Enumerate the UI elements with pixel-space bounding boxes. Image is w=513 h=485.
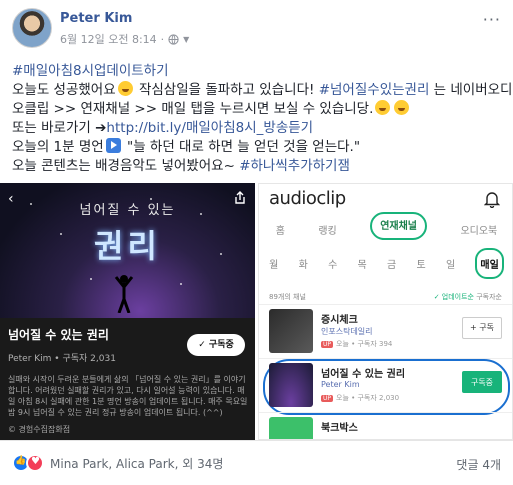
subscribe-button[interactable]: + 구독 <box>462 317 502 339</box>
show-description: 실패와 시작이 두려운 분들에게 삶의 「넘어질 수 있는 권리」를 이야기 합… <box>8 375 248 417</box>
day-tue[interactable]: 화 <box>299 256 308 279</box>
reaction-names[interactable]: Mina Park, Alica Park, 외 34명 <box>50 455 223 472</box>
channel-thumbnail <box>269 309 313 353</box>
text-segment: 오늘의 1분 명언 <box>12 139 104 155</box>
channel-count: 89개의 채널 <box>269 293 306 301</box>
post-header: Peter Kim 6월 12일 오전 8:14 · ▼ ··· <box>0 0 513 62</box>
day-sun[interactable]: 일 <box>446 256 455 279</box>
cover-big-title: 권리 <box>94 227 161 265</box>
text-segment: 작심삼일을 돌파하고 있습니다! <box>134 82 319 98</box>
chevron-down-icon[interactable]: ▼ <box>183 35 189 44</box>
channel-meta: UP 오늘 • 구독자 394 <box>321 340 393 348</box>
channel-thumbnail <box>269 417 313 439</box>
sort-options: ✓ 업데이트순 구독자순 <box>434 292 502 302</box>
smile-emoji-icon <box>394 100 410 115</box>
channel-title: 북크박스 <box>321 423 358 434</box>
channel-row[interactable]: 북크박스 <box>259 412 512 439</box>
tab-ranking[interactable]: 랭킹 <box>318 218 336 242</box>
globe-icon[interactable] <box>168 33 179 45</box>
cover-small-title: 넘어질 수 있는 <box>79 203 176 218</box>
text-segment: 오늘도 성공했어요 <box>12 82 116 98</box>
share-icon[interactable] <box>233 191 247 205</box>
hashtag-link[interactable]: #매일아침8시업데이트하기 <box>12 63 169 79</box>
post-line-2: 오늘도 성공했어요 작심삼일을 돌파하고 있습니다! #넘어질수있는권리 는 네… <box>12 81 512 100</box>
avatar[interactable] <box>12 8 52 48</box>
post-footer: Mina Park, Alica Park, 외 34명 댓글 4개 <box>0 440 513 485</box>
person-silhouette-icon <box>114 275 134 313</box>
show-title: 넘어질 수 있는 권리 <box>8 328 109 342</box>
text-segment: 또는 바로가기 ➔ <box>12 120 107 136</box>
more-options-icon[interactable]: ··· <box>483 10 501 29</box>
grin-emoji-icon <box>117 81 133 96</box>
channel-row[interactable]: 넘어질 수 있는 권리 Peter Kim UP 오늘 • 구독자 2,030 구… <box>259 358 512 415</box>
post-line-3: 오클립 >> 연재채널 >> 매일 탭을 누르시면 보실 수 있습니당. <box>12 100 502 119</box>
post-text: #매일아침8시업데이트하기 오늘도 성공했어요 작심삼일을 돌파하고 있습니다!… <box>12 62 512 176</box>
hashtag-link[interactable]: #넘어질수있는권리 <box>319 82 430 98</box>
up-badge: UP <box>321 395 334 402</box>
post-media: 넘어질 수 있는 권리 ‹ 넘어질 수 있는 권리 Peter Kim • 구독… <box>0 183 513 440</box>
tab-audiobook[interactable]: 오디오북 <box>460 218 497 242</box>
post-meta: 6월 12일 오전 8:14 · ▼ <box>60 31 189 47</box>
author-name[interactable]: Peter Kim <box>60 11 132 26</box>
channel-title: 증시체크 <box>321 315 358 326</box>
channel-title: 넘어질 수 있는 권리 <box>321 369 406 380</box>
reaction-summary[interactable]: Mina Park, Alica Park, 외 34명 <box>12 454 223 472</box>
show-info-panel: 넘어질 수 있는 권리 Peter Kim • 구독자 2,031 ✓ 구독중 … <box>0 318 255 440</box>
text-segment: 오늘 콘텐츠는 배경음악도 넣어봤어요~ <box>12 158 240 174</box>
cover-art: 넘어질 수 있는 권리 <box>0 183 255 318</box>
tab-series[interactable]: 연재채널 <box>370 212 428 240</box>
channel-thumbnail <box>269 363 313 407</box>
love-reaction-icon <box>26 454 44 472</box>
show-meta: Peter Kim • 구독자 2,031 <box>8 354 116 364</box>
channel-meta: UP 오늘 • 구독자 2,030 <box>321 394 400 402</box>
sort-updated[interactable]: ✓ 업데이트순 <box>434 293 474 301</box>
day-mon[interactable]: 월 <box>269 256 278 279</box>
day-wed[interactable]: 수 <box>328 256 337 279</box>
post-line-5: 오늘의 1분 명언 "늘 하던 대로 하면 늘 얻던 것을 얻는다." <box>12 138 502 157</box>
smile-emoji-icon <box>375 100 391 115</box>
text-segment: 오클립 >> 연재채널 >> 매일 탭을 누르시면 보실 수 있습니당. <box>12 101 374 117</box>
bell-icon[interactable] <box>484 190 500 208</box>
play-button-emoji-icon <box>105 138 121 153</box>
subscribed-button[interactable]: 구독중 <box>462 371 502 393</box>
timestamp[interactable]: 6월 12일 오전 8:14 <box>60 31 157 47</box>
channel-author: Peter Kim <box>321 380 360 389</box>
post-line-6: 오늘 콘텐츠는 배경음악도 넣어봤어요~ #하나씩추가하기잼 <box>12 157 502 176</box>
media-photo-right[interactable]: audioclip 홈 랭킹 연재채널 오디오북 월 화 수 목 금 토 일 매… <box>258 183 513 440</box>
day-filter: 월 화 수 목 금 토 일 매일 <box>259 248 512 279</box>
tab-home[interactable]: 홈 <box>276 218 285 242</box>
day-daily[interactable]: 매일 <box>475 248 504 279</box>
day-sat[interactable]: 토 <box>416 256 425 279</box>
text-segment: "늘 하던 대로 하면 늘 얻던 것을 얻는다." <box>122 139 361 155</box>
day-fri[interactable]: 금 <box>387 256 396 279</box>
short-url-link[interactable]: http://bit.ly/매일아침8시_방송듣기 <box>106 120 313 136</box>
post-line-4: 또는 바로가기 ➔http://bit.ly/매일아침8시_방송듣기 <box>12 119 502 138</box>
hashtag-link[interactable]: #하나씩추가하기잼 <box>239 158 350 174</box>
up-badge: UP <box>321 341 334 348</box>
meta-separator: · <box>160 32 165 46</box>
subscribed-button[interactable]: ✓ 구독중 <box>187 334 245 356</box>
media-photo-left[interactable]: 넘어질 수 있는 권리 ‹ 넘어질 수 있는 권리 Peter Kim • 구독… <box>0 183 255 440</box>
text-segment: 는 네이버오디 <box>429 82 513 98</box>
back-arrow-icon[interactable]: ‹ <box>8 191 14 207</box>
day-thu[interactable]: 목 <box>358 256 367 279</box>
comment-count[interactable]: 댓글 4개 <box>456 456 501 473</box>
show-footer: © 경험수집잡화점 <box>8 425 71 434</box>
channel-author: 인포스탁데일리 <box>321 327 373 336</box>
channel-row[interactable]: 증시체크 인포스탁데일리 UP 오늘 • 구독자 394 + 구독 <box>259 304 512 358</box>
sort-subscribers[interactable]: 구독자순 <box>474 293 502 301</box>
audioclip-logo: audioclip <box>269 188 346 209</box>
app-tabs: 홈 랭킹 연재채널 오디오북 <box>259 212 512 242</box>
post-line-1: #매일아침8시업데이트하기 <box>12 62 502 81</box>
